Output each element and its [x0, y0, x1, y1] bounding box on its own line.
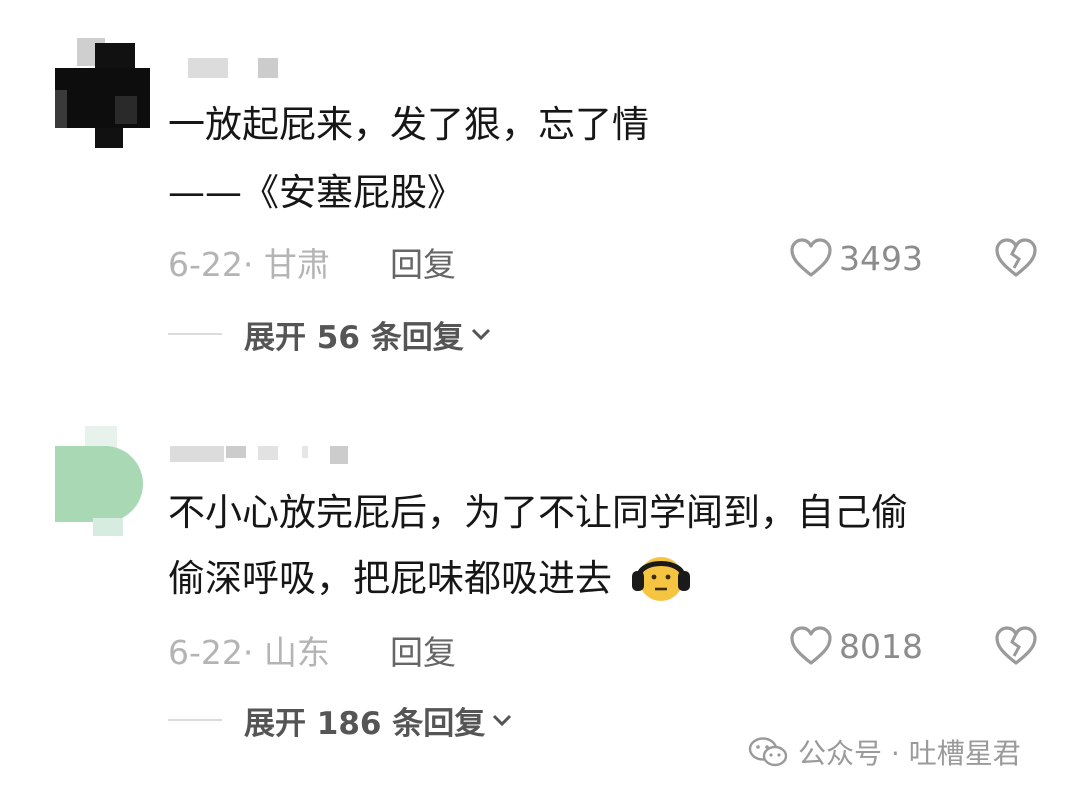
like-button[interactable]: 8018 — [789, 626, 923, 666]
expand-replies-label[interactable]: 展开 186 条回复 — [244, 698, 485, 743]
expand-replies[interactable]: 展开 186 条回复 — [168, 698, 513, 743]
reply-button[interactable]: 回复 — [390, 626, 456, 674]
heart-icon — [790, 238, 832, 277]
reply-button[interactable]: 回复 — [390, 238, 456, 286]
comment-text-line: ——《安塞屁股》 — [168, 171, 464, 214]
timestamp-location: 6-22· 甘肃 — [168, 245, 330, 284]
comment-meta-row: 6-22· 甘肃 回复 3493 — [168, 238, 1038, 284]
wechat-icon — [748, 737, 788, 767]
avatar[interactable] — [55, 426, 145, 538]
comment-text-line: 不小心放完屁后，为了不让同学闻到，自己偷 — [168, 491, 908, 534]
comment-text-line: 偷深呼吸，把屁味都吸进去 — [168, 546, 694, 612]
chevron-down-icon — [493, 714, 512, 727]
watermark: 公众号 · 吐槽星君 — [748, 732, 1021, 772]
dislike-button[interactable] — [994, 626, 1038, 670]
broken-heart-icon — [995, 626, 1037, 665]
like-count: 8018 — [839, 626, 923, 666]
expand-replies[interactable]: 展开 56 条回复 — [168, 312, 492, 357]
like-button[interactable]: 3493 — [789, 238, 923, 278]
comment-meta-row: 6-22· 山东 回复 8018 — [168, 626, 1038, 672]
comment-text-line: 一放起屁来，发了狠，忘了情 — [168, 103, 649, 146]
watermark-text: 公众号 · 吐槽星君 — [798, 737, 1021, 770]
timestamp-location: 6-22· 山东 — [168, 633, 330, 672]
divider — [168, 719, 222, 721]
expand-replies-label[interactable]: 展开 56 条回复 — [244, 312, 464, 357]
chevron-down-icon — [471, 328, 490, 341]
dislike-button[interactable] — [994, 238, 1038, 282]
comment-text-segment: 偷深呼吸，把屁味都吸进去 — [168, 557, 612, 600]
heart-icon — [790, 626, 832, 665]
username[interactable] — [170, 446, 370, 470]
headphones-face-emoji — [631, 556, 690, 601]
avatar[interactable] — [55, 38, 150, 150]
like-count: 3493 — [839, 238, 923, 278]
divider — [168, 333, 222, 335]
username[interactable] — [170, 58, 370, 82]
broken-heart-icon — [995, 238, 1037, 277]
